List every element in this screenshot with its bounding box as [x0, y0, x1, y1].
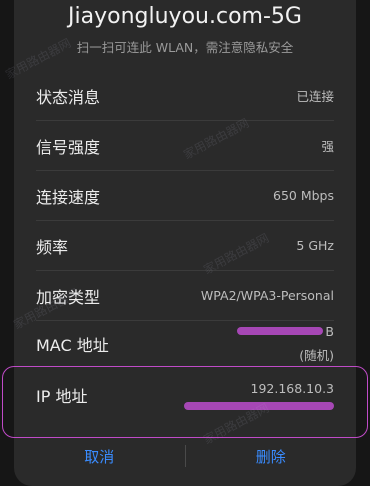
row-mac-address: MAC 地址 B (随机) [36, 321, 334, 367]
encryption-label: 加密类型 [36, 287, 101, 307]
ip-highlight-annotation [2, 366, 368, 438]
cancel-button[interactable]: 取消 [14, 446, 185, 467]
link-speed-label: 连接速度 [36, 187, 101, 207]
status-label: 状态消息 [36, 87, 101, 107]
encryption-value: WPA2/WPA3-Personal [200, 288, 334, 303]
row-link-speed: 连接速度 650 Mbps [36, 171, 334, 221]
delete-button[interactable]: 删除 [186, 446, 357, 467]
row-status: 状态消息 已连接 [36, 71, 334, 121]
privacy-hint: 扫一扫可连此 WLAN，需注意隐私安全 [76, 40, 294, 55]
row-frequency: 频率 5 GHz [36, 221, 334, 271]
row-encryption: 加密类型 WPA2/WPA3-Personal [36, 271, 334, 321]
signal-strength-label: 信号强度 [36, 137, 101, 157]
network-name-title: Jiayongluyou.com-5G [68, 4, 302, 29]
status-value: 已连接 [296, 89, 334, 104]
mac-address-suffix: B [325, 323, 334, 339]
mac-address-label: MAC 地址 [36, 335, 109, 355]
row-signal-strength: 信号强度 强 [36, 121, 334, 171]
mac-address-value: B (随机) [237, 324, 334, 364]
action-bar: 取消 删除 [14, 440, 356, 472]
mac-redaction [237, 327, 324, 335]
signal-strength-value: 强 [321, 139, 334, 154]
frequency-label: 频率 [36, 237, 69, 257]
mac-random-note: (随机) [299, 347, 334, 363]
link-speed-value: 650 Mbps [273, 188, 334, 203]
frequency-value: 5 GHz [296, 238, 334, 253]
